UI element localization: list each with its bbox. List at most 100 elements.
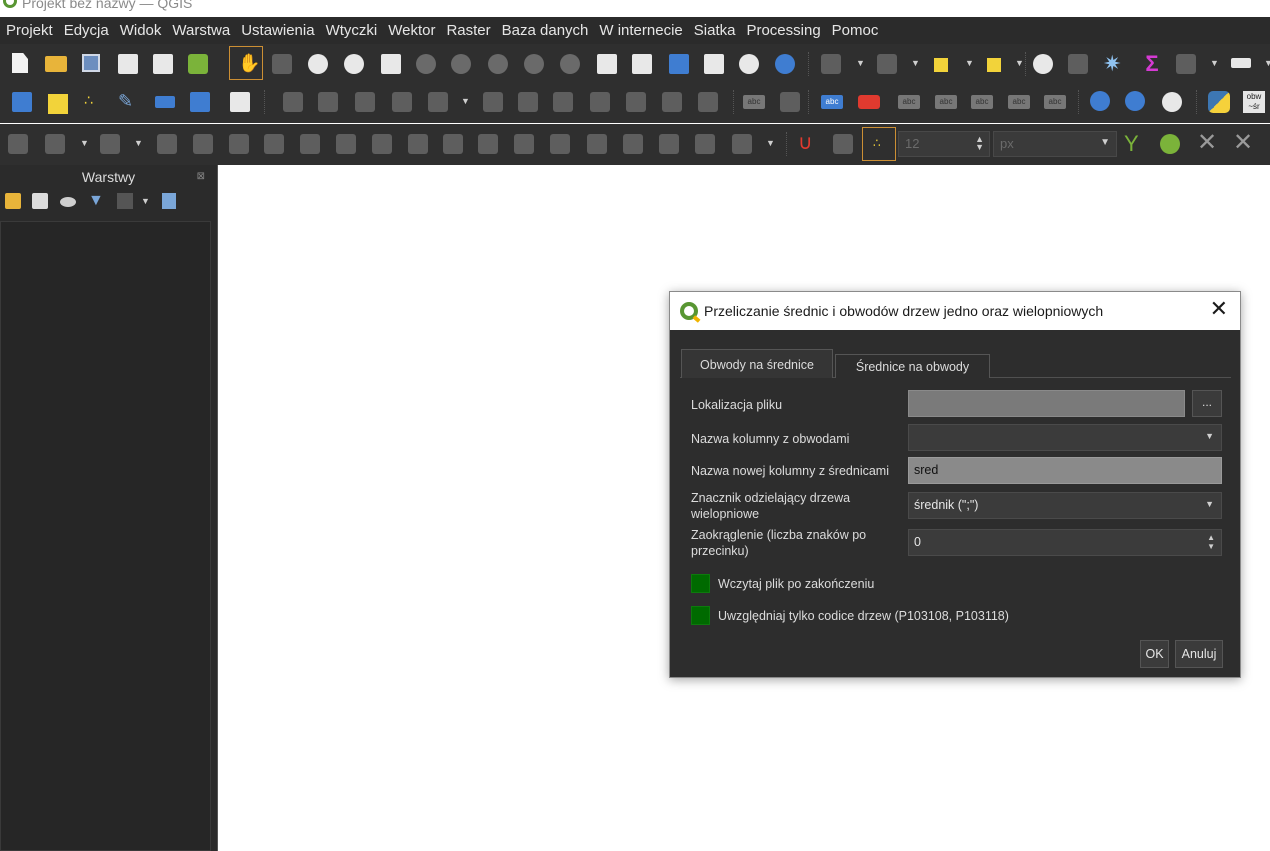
- add-part-icon[interactable]: [300, 134, 320, 154]
- menu-warstwa[interactable]: Warstwa: [168, 22, 234, 39]
- menu-pomoc[interactable]: Pomoc: [828, 22, 883, 39]
- current-edits-icon[interactable]: [283, 92, 303, 112]
- add-wfs-layer-icon[interactable]: [1125, 91, 1145, 111]
- data-source-manager-icon[interactable]: [12, 92, 32, 112]
- new-3d-map-view-icon[interactable]: [632, 54, 652, 74]
- self-snapping-icon[interactable]: ✕: [1197, 131, 1219, 155]
- file-location-input[interactable]: [908, 390, 1185, 417]
- highlight-pinned-labels-icon[interactable]: abc: [898, 95, 920, 109]
- delete-ring-icon[interactable]: [372, 134, 392, 154]
- topological-editing-icon[interactable]: Y: [1124, 133, 1146, 155]
- delete-part-icon[interactable]: [408, 134, 428, 154]
- chevron-down-icon[interactable]: ▼: [461, 96, 470, 106]
- menu-wtyczki[interactable]: Wtyczki: [322, 22, 382, 39]
- zoom-in-icon[interactable]: [308, 54, 328, 74]
- browse-file-button[interactable]: ...: [1192, 390, 1222, 417]
- deselect-all-icon[interactable]: [934, 58, 948, 72]
- move-label-icon[interactable]: abc: [935, 95, 957, 109]
- new-print-layout-icon[interactable]: [118, 54, 138, 74]
- tree-codes-only-checkbox[interactable]: [691, 606, 710, 625]
- chevron-down-icon[interactable]: ▼: [134, 138, 143, 148]
- edit-attributes-icon[interactable]: [230, 92, 250, 112]
- snapping-units-select[interactable]: px ▼: [993, 131, 1117, 157]
- expand-all-icon[interactable]: [162, 193, 176, 209]
- trim-extend-icon[interactable]: [550, 134, 570, 154]
- menu-ustawienia[interactable]: Ustawienia: [237, 22, 318, 39]
- chevron-down-icon[interactable]: ▼: [965, 58, 974, 68]
- zoom-full-icon[interactable]: [381, 54, 401, 74]
- close-panel-icon[interactable]: ⊠: [197, 165, 205, 189]
- save-edits-icon[interactable]: [190, 92, 210, 112]
- menu-siatka[interactable]: Siatka: [690, 22, 740, 39]
- layers-tree[interactable]: [0, 221, 211, 851]
- menu-projekt[interactable]: Projekt: [2, 22, 57, 39]
- toggle-editing-icon[interactable]: [155, 96, 175, 108]
- chevron-down-icon[interactable]: ▼: [856, 58, 865, 68]
- menu-edycja[interactable]: Edycja: [60, 22, 113, 39]
- undo-icon[interactable]: [662, 92, 682, 112]
- zoom-native-icon[interactable]: [488, 54, 508, 74]
- add-ring-icon[interactable]: [264, 134, 284, 154]
- paste-features-icon[interactable]: [626, 92, 646, 112]
- show-bookmarks-icon[interactable]: [704, 54, 724, 74]
- redo-icon[interactable]: [698, 92, 718, 112]
- show-hide-label-icon[interactable]: abc: [1044, 95, 1066, 109]
- statistics-sum-icon[interactable]: Σ: [1141, 53, 1163, 75]
- save-project-icon[interactable]: [82, 54, 100, 72]
- layer-labeling-icon[interactable]: abc: [821, 95, 843, 109]
- circumference-column-select[interactable]: ▼: [908, 424, 1222, 451]
- menu-raster[interactable]: Raster: [442, 22, 494, 39]
- style-manager-icon[interactable]: [188, 54, 208, 74]
- chevron-down-icon[interactable]: ▼: [1205, 431, 1214, 441]
- copy-features-icon[interactable]: [590, 92, 610, 112]
- edit-pencil-icon[interactable]: [318, 92, 338, 112]
- reverse-line-icon[interactable]: [514, 134, 534, 154]
- menu-processing[interactable]: Processing: [742, 22, 824, 39]
- spin-arrows-icon[interactable]: ▲ ▼: [1207, 533, 1215, 551]
- load-file-checkbox[interactable]: [691, 574, 710, 593]
- chevron-down-icon[interactable]: ▼: [1210, 58, 1219, 68]
- plugin-obw-sr-button[interactable]: obw ~śr: [1243, 91, 1265, 113]
- filter-by-expression-icon[interactable]: [117, 193, 133, 209]
- delete-selected-icon[interactable]: [518, 92, 538, 112]
- zoom-next-icon[interactable]: [560, 54, 580, 74]
- add-wms-layer-icon[interactable]: [1090, 91, 1110, 111]
- chevron-down-icon[interactable]: ▼: [766, 138, 775, 148]
- save-layer-edits-icon[interactable]: [355, 92, 375, 112]
- new-project-icon[interactable]: [12, 53, 28, 73]
- split-parts-icon[interactable]: [623, 134, 643, 154]
- layout-manager-icon[interactable]: [153, 54, 173, 74]
- chevron-down-icon[interactable]: ▼: [1264, 58, 1270, 68]
- cancel-button[interactable]: Anuluj: [1175, 640, 1223, 668]
- settings-gear-icon[interactable]: ✷: [1103, 53, 1125, 75]
- snapping-intersection-icon[interactable]: [1160, 134, 1180, 154]
- snapping-magnet-icon[interactable]: ∪: [798, 132, 820, 154]
- add-group-icon[interactable]: [32, 193, 48, 209]
- tab-obwody-na-srednice[interactable]: Obwody na średnice: [681, 349, 833, 378]
- snapping-tracing-icon[interactable]: ✕: [1233, 131, 1255, 155]
- merge-attributes-icon[interactable]: [695, 134, 715, 154]
- tab-srednice-na-obwody[interactable]: Średnice na obwody: [835, 354, 990, 378]
- zoom-last-icon[interactable]: [524, 54, 544, 74]
- simplify-feature-icon[interactable]: [229, 134, 249, 154]
- snapping-mode-icon[interactable]: [833, 134, 853, 154]
- label-pin-icon[interactable]: [780, 92, 800, 112]
- menu-w-internecie[interactable]: W internecie: [595, 22, 686, 39]
- rounding-spinbox[interactable]: 0 ▲ ▼: [908, 529, 1222, 556]
- offset-curve-icon[interactable]: [478, 134, 498, 154]
- change-label-icon[interactable]: abc: [1008, 95, 1030, 109]
- menu-wektor[interactable]: Wektor: [384, 22, 439, 39]
- vertex-tool-icon[interactable]: [428, 92, 448, 112]
- digitize-curve-icon[interactable]: [45, 134, 65, 154]
- merge-features-icon[interactable]: [659, 134, 679, 154]
- layer-styling-icon[interactable]: [5, 193, 21, 209]
- add-point-feature-icon[interactable]: [392, 92, 412, 112]
- measure-line-icon[interactable]: [1231, 58, 1251, 68]
- snapping-tolerance-spinbox[interactable]: 12 ▲ ▼: [898, 131, 990, 157]
- chevron-down-icon[interactable]: ▼: [1205, 499, 1214, 509]
- spin-arrows-icon[interactable]: ▲ ▼: [975, 135, 984, 152]
- new-temporary-layer-icon[interactable]: ∴: [84, 92, 106, 114]
- new-geopackage-layer-icon[interactable]: [48, 94, 68, 114]
- multistem-separator-select[interactable]: średnik (";") ▼: [908, 492, 1222, 519]
- menu-baza-danych[interactable]: Baza danych: [498, 22, 593, 39]
